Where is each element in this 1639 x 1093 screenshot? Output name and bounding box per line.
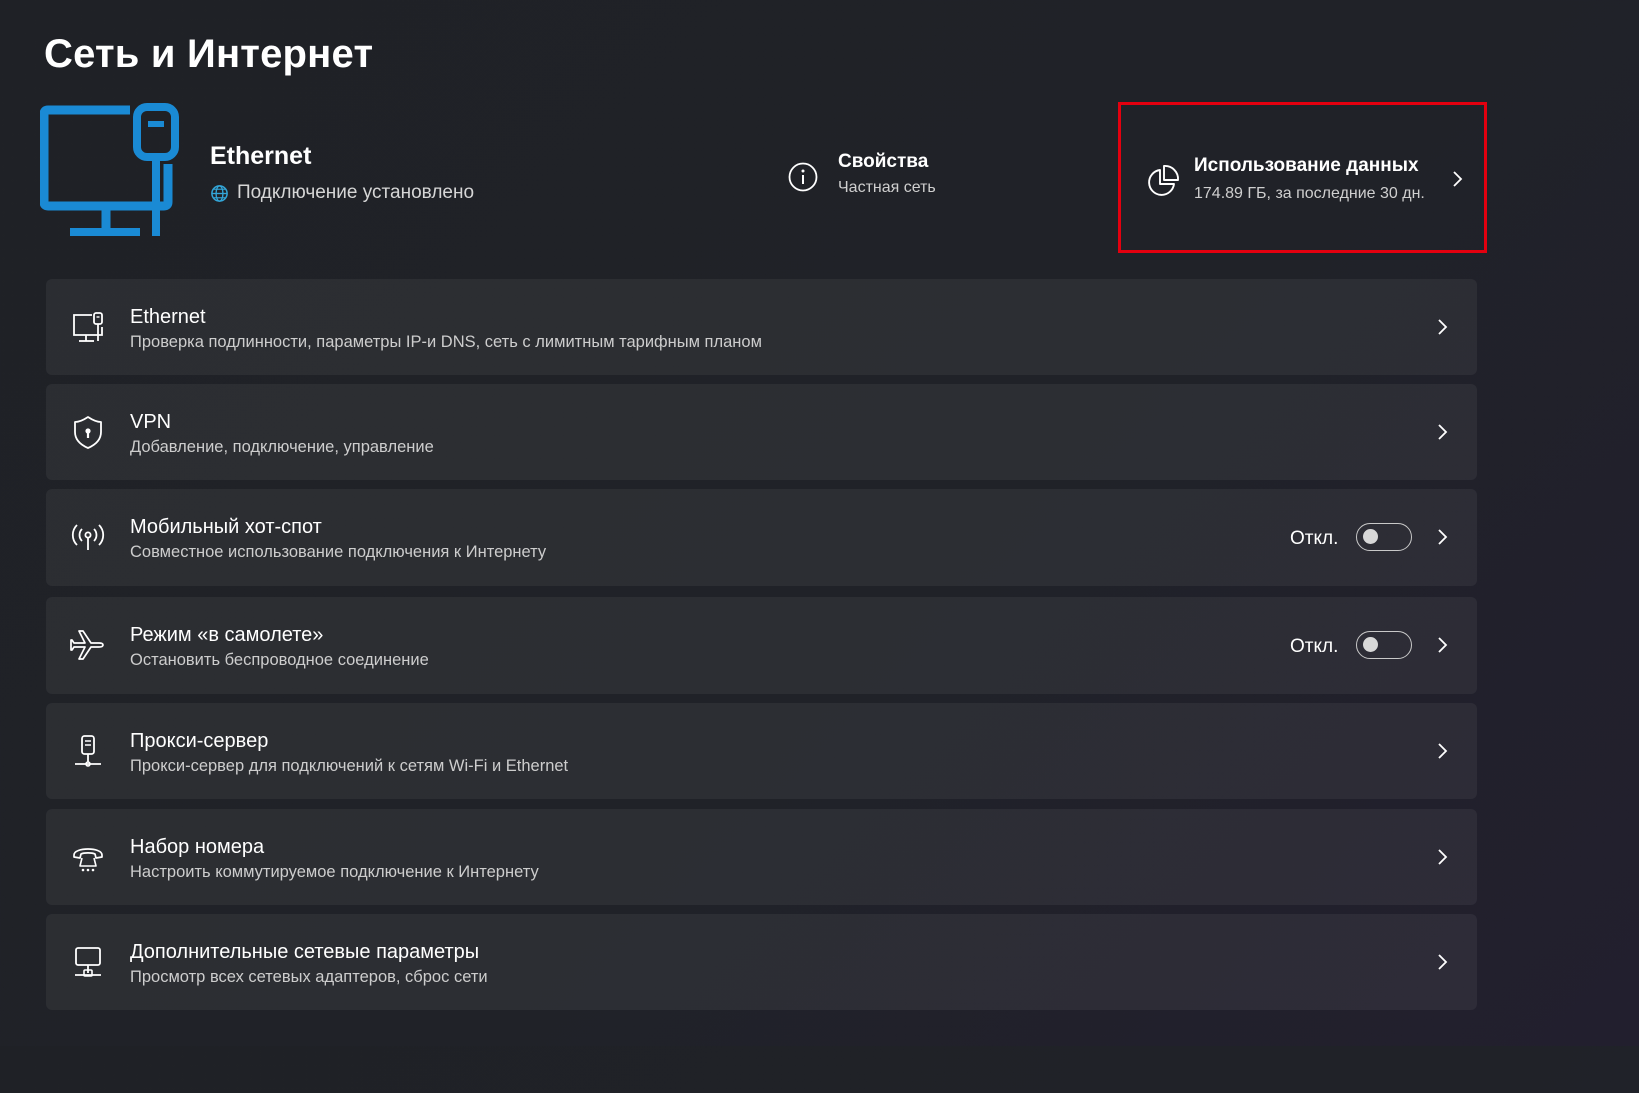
properties-subtitle: Частная сеть xyxy=(838,179,936,196)
hotspot-icon xyxy=(71,524,105,550)
ethernet-description: Проверка подлинности, параметры IP-и DNS… xyxy=(130,333,762,351)
connection-name: Ethernet xyxy=(210,142,312,170)
chevron-right-icon xyxy=(1438,529,1448,545)
pie-chart-icon xyxy=(1148,165,1179,196)
chevron-right-icon xyxy=(1438,743,1448,759)
proxy-icon xyxy=(75,735,101,767)
mobile-hotspot-state: Откл. xyxy=(1290,528,1339,549)
dialup-icon xyxy=(73,848,103,872)
ethernet-title: Ethernet xyxy=(130,306,206,328)
dialup-description: Настроить коммутируемое подключение к Ин… xyxy=(130,863,539,881)
vpn-shield-icon xyxy=(74,416,102,449)
info-icon xyxy=(788,162,818,192)
vpn-description: Добавление, подключение, управление xyxy=(130,438,434,456)
properties-link[interactable]: Свойства Частная сеть xyxy=(786,148,936,200)
chevron-right-icon xyxy=(1438,637,1448,653)
settings-item-airplane-mode[interactable]: Режим «в самолете» Остановить беспроводн… xyxy=(46,597,1477,694)
settings-item-proxy[interactable]: Прокси-сервер Прокси-сервер для подключе… xyxy=(46,703,1477,799)
settings-item-ethernet[interactable]: Ethernet Проверка подлинности, параметры… xyxy=(46,279,1477,375)
advanced-network-description: Просмотр всех сетевых адаптеров, сброс с… xyxy=(130,968,488,986)
vpn-title: VPN xyxy=(130,411,172,433)
data-usage-subtitle: 174.89 ГБ, за последние 30 дн. xyxy=(1194,185,1425,202)
toggle-knob xyxy=(1363,637,1378,652)
chevron-right-icon xyxy=(1438,849,1448,865)
mobile-hotspot-toggle[interactable] xyxy=(1356,523,1412,551)
properties-title: Свойства xyxy=(838,151,929,172)
chevron-right-icon xyxy=(1453,171,1463,187)
mobile-hotspot-title: Мобильный хот-спот xyxy=(130,516,322,538)
chevron-right-icon xyxy=(1438,954,1448,970)
airplane-mode-description: Остановить беспроводное соединение xyxy=(130,651,429,669)
airplane-mode-title: Режим «в самолете» xyxy=(130,624,324,646)
settings-item-vpn[interactable]: VPN Добавление, подключение, управление xyxy=(46,384,1477,480)
data-usage-link[interactable]: Использование данных 174.89 ГБ, за после… xyxy=(1118,102,1487,253)
data-usage-title: Использование данных xyxy=(1194,155,1419,176)
connection-status: Подключение установлено xyxy=(210,180,474,206)
mobile-hotspot-description: Совместное использование подключения к И… xyxy=(130,543,547,561)
page-title: Сеть и Интернет xyxy=(44,32,374,76)
settings-item-dialup[interactable]: Набор номера Настроить коммутируемое под… xyxy=(46,809,1477,905)
dialup-title: Набор номера xyxy=(130,836,265,858)
ethernet-icon xyxy=(73,312,103,342)
airplane-icon xyxy=(70,630,104,660)
chevron-right-icon xyxy=(1438,319,1448,335)
chevron-right-icon xyxy=(1438,424,1448,440)
advanced-network-title: Дополнительные сетевые параметры xyxy=(130,941,480,963)
ethernet-monitor-icon xyxy=(40,103,179,236)
toggle-knob xyxy=(1363,529,1378,544)
airplane-mode-state: Откл. xyxy=(1290,636,1339,657)
globe-icon xyxy=(211,184,228,202)
connection-status-text: Подключение установлено xyxy=(237,182,475,203)
settings-item-advanced-network[interactable]: Дополнительные сетевые параметры Просмот… xyxy=(46,914,1477,1010)
airplane-mode-toggle[interactable] xyxy=(1356,631,1412,659)
proxy-title: Прокси-сервер xyxy=(130,730,269,752)
settings-item-mobile-hotspot[interactable]: Мобильный хот-спот Совместное использова… xyxy=(46,489,1477,586)
network-adapter-icon xyxy=(75,947,101,977)
proxy-description: Прокси-сервер для подключений к сетям Wi… xyxy=(130,757,569,775)
